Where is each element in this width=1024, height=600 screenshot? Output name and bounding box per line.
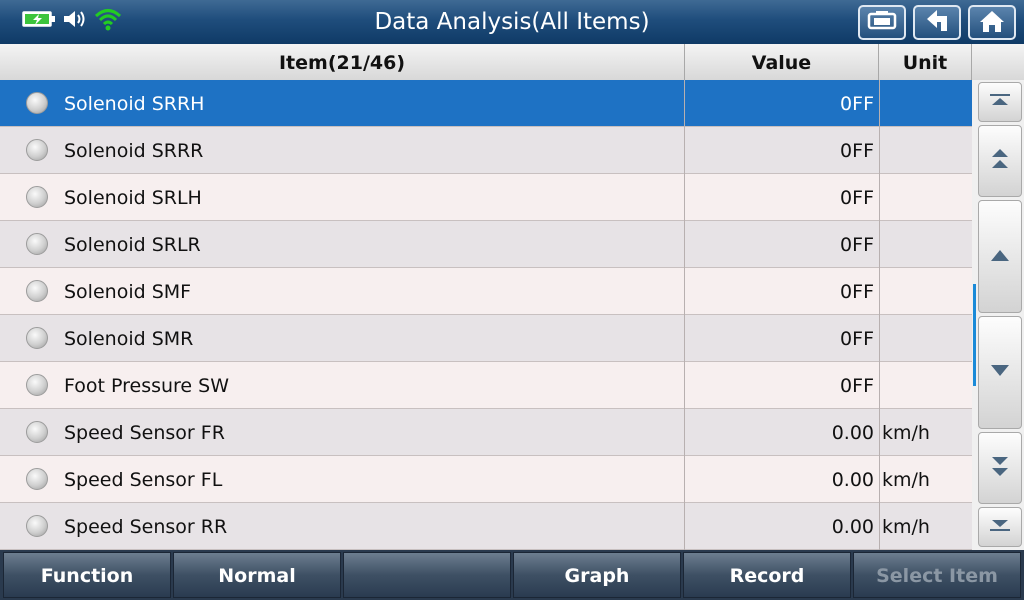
item-name: Speed Sensor FR [64,422,225,444]
radio-button[interactable] [26,92,48,114]
item-name: Foot Pressure SW [64,375,230,397]
radio-button[interactable] [26,421,48,443]
item-name: Solenoid SRLH [64,187,202,209]
table-row[interactable]: Solenoid SRLH 0FF [0,174,972,221]
normal-button[interactable]: Normal [173,552,341,598]
item-name: Speed Sensor RR [64,516,228,538]
item-value: 0FF [840,375,874,397]
table-row[interactable]: Solenoid SMR 0FF [0,315,972,362]
radio-button[interactable] [26,139,48,161]
record-button[interactable]: Record [683,552,851,598]
item-value: 0FF [840,281,874,303]
item-column-header: Item(21/46) [0,44,685,80]
data-list: Solenoid SRRH 0FF Solenoid SRRR 0FF Sole… [0,80,972,550]
table-row[interactable]: Speed Sensor RR 0.00 km/h [0,503,972,550]
item-unit: km/h [882,469,930,491]
table-row[interactable]: Speed Sensor FL 0.00 km/h [0,456,972,503]
radio-button[interactable] [26,186,48,208]
item-name: Speed Sensor FL [64,469,223,491]
home-icon [978,9,1006,37]
home-button[interactable] [968,5,1016,40]
table-header: Item(21/46) Value Unit [0,44,1024,81]
line-down-button[interactable] [978,316,1022,429]
select-item-button[interactable]: Select Item [853,552,1021,598]
empty-button[interactable] [343,552,511,598]
column-divider [684,80,685,550]
item-value: 0FF [840,93,874,115]
table-row[interactable]: Solenoid SMF 0FF [0,268,972,315]
item-name: Solenoid SRRH [64,93,205,115]
item-name: Solenoid SRRR [64,140,204,162]
back-up-icon [923,9,951,37]
scroll-top-icon [988,92,1012,112]
scrollbar[interactable] [972,80,1024,550]
line-down-icon [988,363,1012,383]
print-button[interactable] [858,5,906,40]
back-button[interactable] [913,5,961,40]
radio-button[interactable] [26,327,48,349]
header-spacer [972,44,1024,80]
item-value: 0.00 [831,469,874,491]
title-bar: Data Analysis(All Items) [0,0,1024,44]
item-value: 0FF [840,234,874,256]
scroll-top-button[interactable] [978,82,1022,122]
table-row[interactable]: Solenoid SRRR 0FF [0,127,972,174]
scroll-bottom-button[interactable] [978,507,1022,547]
item-value: 0FF [840,140,874,162]
radio-button[interactable] [26,374,48,396]
scroll-bottom-icon [988,517,1012,537]
bottom-toolbar: Function Normal Graph Record Select Item [0,550,1024,600]
table-row[interactable]: Solenoid SRRH 0FF [0,80,972,127]
page-up-button[interactable] [978,125,1022,197]
table-row[interactable]: Foot Pressure SW 0FF [0,362,972,409]
radio-button[interactable] [26,280,48,302]
graph-button[interactable]: Graph [513,552,681,598]
item-value: 0FF [840,328,874,350]
item-value: 0FF [840,187,874,209]
line-up-button[interactable] [978,200,1022,313]
table-row[interactable]: Solenoid SRLR 0FF [0,221,972,268]
value-column-header: Value [685,44,879,80]
item-name: Solenoid SMR [64,328,194,350]
item-unit: km/h [882,516,930,538]
item-value: 0.00 [831,422,874,444]
scroll-thumb[interactable] [973,284,976,386]
item-value: 0.00 [831,516,874,538]
page-down-button[interactable] [978,432,1022,504]
table-row[interactable]: Speed Sensor FR 0.00 km/h [0,409,972,456]
function-button[interactable]: Function [3,552,171,598]
column-divider [879,80,880,550]
print-icon [867,10,897,36]
radio-button[interactable] [26,468,48,490]
item-name: Solenoid SMF [64,281,192,303]
radio-button[interactable] [26,233,48,255]
page-up-icon [988,146,1012,176]
unit-column-header: Unit [879,44,972,80]
item-name: Solenoid SRLR [64,234,201,256]
radio-button[interactable] [26,515,48,537]
page-down-icon [988,453,1012,483]
item-unit: km/h [882,422,930,444]
line-up-icon [988,247,1012,267]
